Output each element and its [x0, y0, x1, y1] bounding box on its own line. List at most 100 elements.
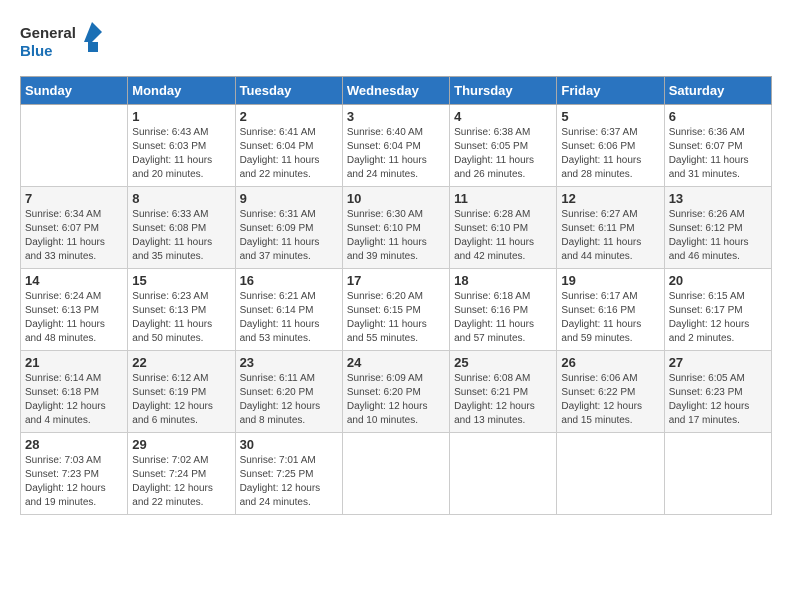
day-number: 25	[454, 355, 552, 370]
svg-text:Blue: Blue	[20, 43, 53, 60]
calendar-week-row: 1 Sunrise: 6:43 AMSunset: 6:03 PMDaylight…	[21, 105, 772, 187]
calendar-cell: 17 Sunrise: 6:20 AMSunset: 6:15 PMDayligh…	[342, 269, 449, 351]
day-number: 21	[25, 355, 123, 370]
day-number: 13	[669, 191, 767, 206]
day-number: 17	[347, 273, 445, 288]
calendar-week-row: 28 Sunrise: 7:03 AMSunset: 7:23 PMDayligh…	[21, 433, 772, 515]
day-info: Sunrise: 6:12 AMSunset: 6:19 PMDaylight:…	[132, 372, 230, 428]
day-number: 7	[25, 191, 123, 206]
day-number: 10	[347, 191, 445, 206]
day-number: 2	[240, 109, 338, 124]
day-number: 9	[240, 191, 338, 206]
calendar-cell: 19 Sunrise: 6:17 AMSunset: 6:16 PMDayligh…	[557, 269, 664, 351]
calendar-cell: 5Sunrise: 6:37 AMSunset: 6:06 PMDaylight…	[557, 105, 664, 187]
calendar-cell: 15Sunrise: 6:23 AMSunset: 6:13 PMDayligh…	[128, 269, 235, 351]
calendar-cell: 21 Sunrise: 6:14 AMSunset: 6:18 PMDayligh…	[21, 351, 128, 433]
day-number: 4	[454, 109, 552, 124]
calendar-cell	[450, 433, 557, 515]
day-info: Sunrise: 6:21 AMSunset: 6:14 PMDaylight:…	[240, 290, 338, 346]
calendar-cell: 18 Sunrise: 6:18 AMSunset: 6:16 PMDayligh…	[450, 269, 557, 351]
day-info: Sunrise: 6:20 AMSunset: 6:15 PMDaylight:…	[347, 290, 445, 346]
day-number: 24	[347, 355, 445, 370]
calendar-cell: 26 Sunrise: 6:06 AMSunset: 6:22 PMDayligh…	[557, 351, 664, 433]
day-number: 6	[669, 109, 767, 124]
calendar-cell: 1 Sunrise: 6:43 AMSunset: 6:03 PMDaylight…	[128, 105, 235, 187]
weekday-header-row: SundayMondayTuesdayWednesdayThursdayFrid…	[21, 77, 772, 105]
calendar-cell	[21, 105, 128, 187]
calendar-cell: 20Sunrise: 6:15 AMSunset: 6:17 PMDayligh…	[664, 269, 771, 351]
calendar-cell: 4 Sunrise: 6:38 AMSunset: 6:05 PMDaylight…	[450, 105, 557, 187]
day-number: 30	[240, 437, 338, 452]
logo: General Blue	[20, 20, 110, 60]
day-info: Sunrise: 6:05 AMSunset: 6:23 PMDaylight:…	[669, 372, 767, 428]
day-number: 3	[347, 109, 445, 124]
day-info: Sunrise: 6:26 AMSunset: 6:12 PMDaylight:…	[669, 208, 767, 264]
day-info: Sunrise: 6:38 AMSunset: 6:05 PMDaylight:…	[454, 126, 552, 182]
calendar-cell: 10 Sunrise: 6:30 AMSunset: 6:10 PMDayligh…	[342, 187, 449, 269]
weekday-header-tuesday: Tuesday	[235, 77, 342, 105]
day-number: 23	[240, 355, 338, 370]
calendar-cell: 25 Sunrise: 6:08 AMSunset: 6:21 PMDayligh…	[450, 351, 557, 433]
calendar-cell: 12 Sunrise: 6:27 AMSunset: 6:11 PMDayligh…	[557, 187, 664, 269]
calendar-cell: 14 Sunrise: 6:24 AMSunset: 6:13 PMDayligh…	[21, 269, 128, 351]
day-number: 28	[25, 437, 123, 452]
weekday-header-wednesday: Wednesday	[342, 77, 449, 105]
weekday-header-monday: Monday	[128, 77, 235, 105]
weekday-header-saturday: Saturday	[664, 77, 771, 105]
calendar-cell: 2 Sunrise: 6:41 AMSunset: 6:04 PMDaylight…	[235, 105, 342, 187]
weekday-header-friday: Friday	[557, 77, 664, 105]
calendar-cell: 30 Sunrise: 7:01 AMSunset: 7:25 PMDayligh…	[235, 433, 342, 515]
day-info: Sunrise: 6:41 AMSunset: 6:04 PMDaylight:…	[240, 126, 338, 182]
calendar-cell: 22Sunrise: 6:12 AMSunset: 6:19 PMDayligh…	[128, 351, 235, 433]
day-info: Sunrise: 6:36 AMSunset: 6:07 PMDaylight:…	[669, 126, 767, 182]
calendar-table: SundayMondayTuesdayWednesdayThursdayFrid…	[20, 76, 772, 515]
day-info: Sunrise: 7:02 AMSunset: 7:24 PMDaylight:…	[132, 454, 230, 510]
calendar-cell: 3 Sunrise: 6:40 AMSunset: 6:04 PMDaylight…	[342, 105, 449, 187]
day-info: Sunrise: 6:24 AMSunset: 6:13 PMDaylight:…	[25, 290, 123, 346]
calendar-cell: 13 Sunrise: 6:26 AMSunset: 6:12 PMDayligh…	[664, 187, 771, 269]
day-info: Sunrise: 6:11 AMSunset: 6:20 PMDaylight:…	[240, 372, 338, 428]
calendar-cell: 24Sunrise: 6:09 AMSunset: 6:20 PMDayligh…	[342, 351, 449, 433]
day-info: Sunrise: 6:18 AMSunset: 6:16 PMDaylight:…	[454, 290, 552, 346]
calendar-cell: 28 Sunrise: 7:03 AMSunset: 7:23 PMDayligh…	[21, 433, 128, 515]
calendar-week-row: 21 Sunrise: 6:14 AMSunset: 6:18 PMDayligh…	[21, 351, 772, 433]
day-number: 15	[132, 273, 230, 288]
day-info: Sunrise: 6:14 AMSunset: 6:18 PMDaylight:…	[25, 372, 123, 428]
calendar-cell: 27 Sunrise: 6:05 AMSunset: 6:23 PMDayligh…	[664, 351, 771, 433]
calendar-cell: 9 Sunrise: 6:31 AMSunset: 6:09 PMDaylight…	[235, 187, 342, 269]
day-info: Sunrise: 6:28 AMSunset: 6:10 PMDaylight:…	[454, 208, 552, 264]
day-info: Sunrise: 6:08 AMSunset: 6:21 PMDaylight:…	[454, 372, 552, 428]
calendar-cell: 16 Sunrise: 6:21 AMSunset: 6:14 PMDayligh…	[235, 269, 342, 351]
day-info: Sunrise: 6:40 AMSunset: 6:04 PMDaylight:…	[347, 126, 445, 182]
calendar-cell: 23 Sunrise: 6:11 AMSunset: 6:20 PMDayligh…	[235, 351, 342, 433]
day-number: 27	[669, 355, 767, 370]
day-info: Sunrise: 6:27 AMSunset: 6:11 PMDaylight:…	[561, 208, 659, 264]
calendar-cell	[342, 433, 449, 515]
calendar-cell: 29Sunrise: 7:02 AMSunset: 7:24 PMDayligh…	[128, 433, 235, 515]
day-info: Sunrise: 6:43 AMSunset: 6:03 PMDaylight:…	[132, 126, 230, 182]
calendar-cell: 6 Sunrise: 6:36 AMSunset: 6:07 PMDaylight…	[664, 105, 771, 187]
day-number: 1	[132, 109, 230, 124]
day-info: Sunrise: 6:31 AMSunset: 6:09 PMDaylight:…	[240, 208, 338, 264]
day-number: 12	[561, 191, 659, 206]
calendar-cell	[557, 433, 664, 515]
day-info: Sunrise: 6:06 AMSunset: 6:22 PMDaylight:…	[561, 372, 659, 428]
day-number: 8	[132, 191, 230, 206]
calendar-cell: 7 Sunrise: 6:34 AMSunset: 6:07 PMDaylight…	[21, 187, 128, 269]
day-info: Sunrise: 6:30 AMSunset: 6:10 PMDaylight:…	[347, 208, 445, 264]
day-info: Sunrise: 7:03 AMSunset: 7:23 PMDaylight:…	[25, 454, 123, 510]
day-info: Sunrise: 7:01 AMSunset: 7:25 PMDaylight:…	[240, 454, 338, 510]
day-info: Sunrise: 6:34 AMSunset: 6:07 PMDaylight:…	[25, 208, 123, 264]
day-number: 14	[25, 273, 123, 288]
calendar-week-row: 7 Sunrise: 6:34 AMSunset: 6:07 PMDaylight…	[21, 187, 772, 269]
calendar-cell: 11Sunrise: 6:28 AMSunset: 6:10 PMDayligh…	[450, 187, 557, 269]
day-number: 5	[561, 109, 659, 124]
day-info: Sunrise: 6:17 AMSunset: 6:16 PMDaylight:…	[561, 290, 659, 346]
day-number: 18	[454, 273, 552, 288]
page-header: General Blue	[20, 20, 772, 60]
logo-svg: General Blue	[20, 20, 110, 60]
day-number: 16	[240, 273, 338, 288]
calendar-cell: 8Sunrise: 6:33 AMSunset: 6:08 PMDaylight…	[128, 187, 235, 269]
day-number: 19	[561, 273, 659, 288]
day-number: 26	[561, 355, 659, 370]
